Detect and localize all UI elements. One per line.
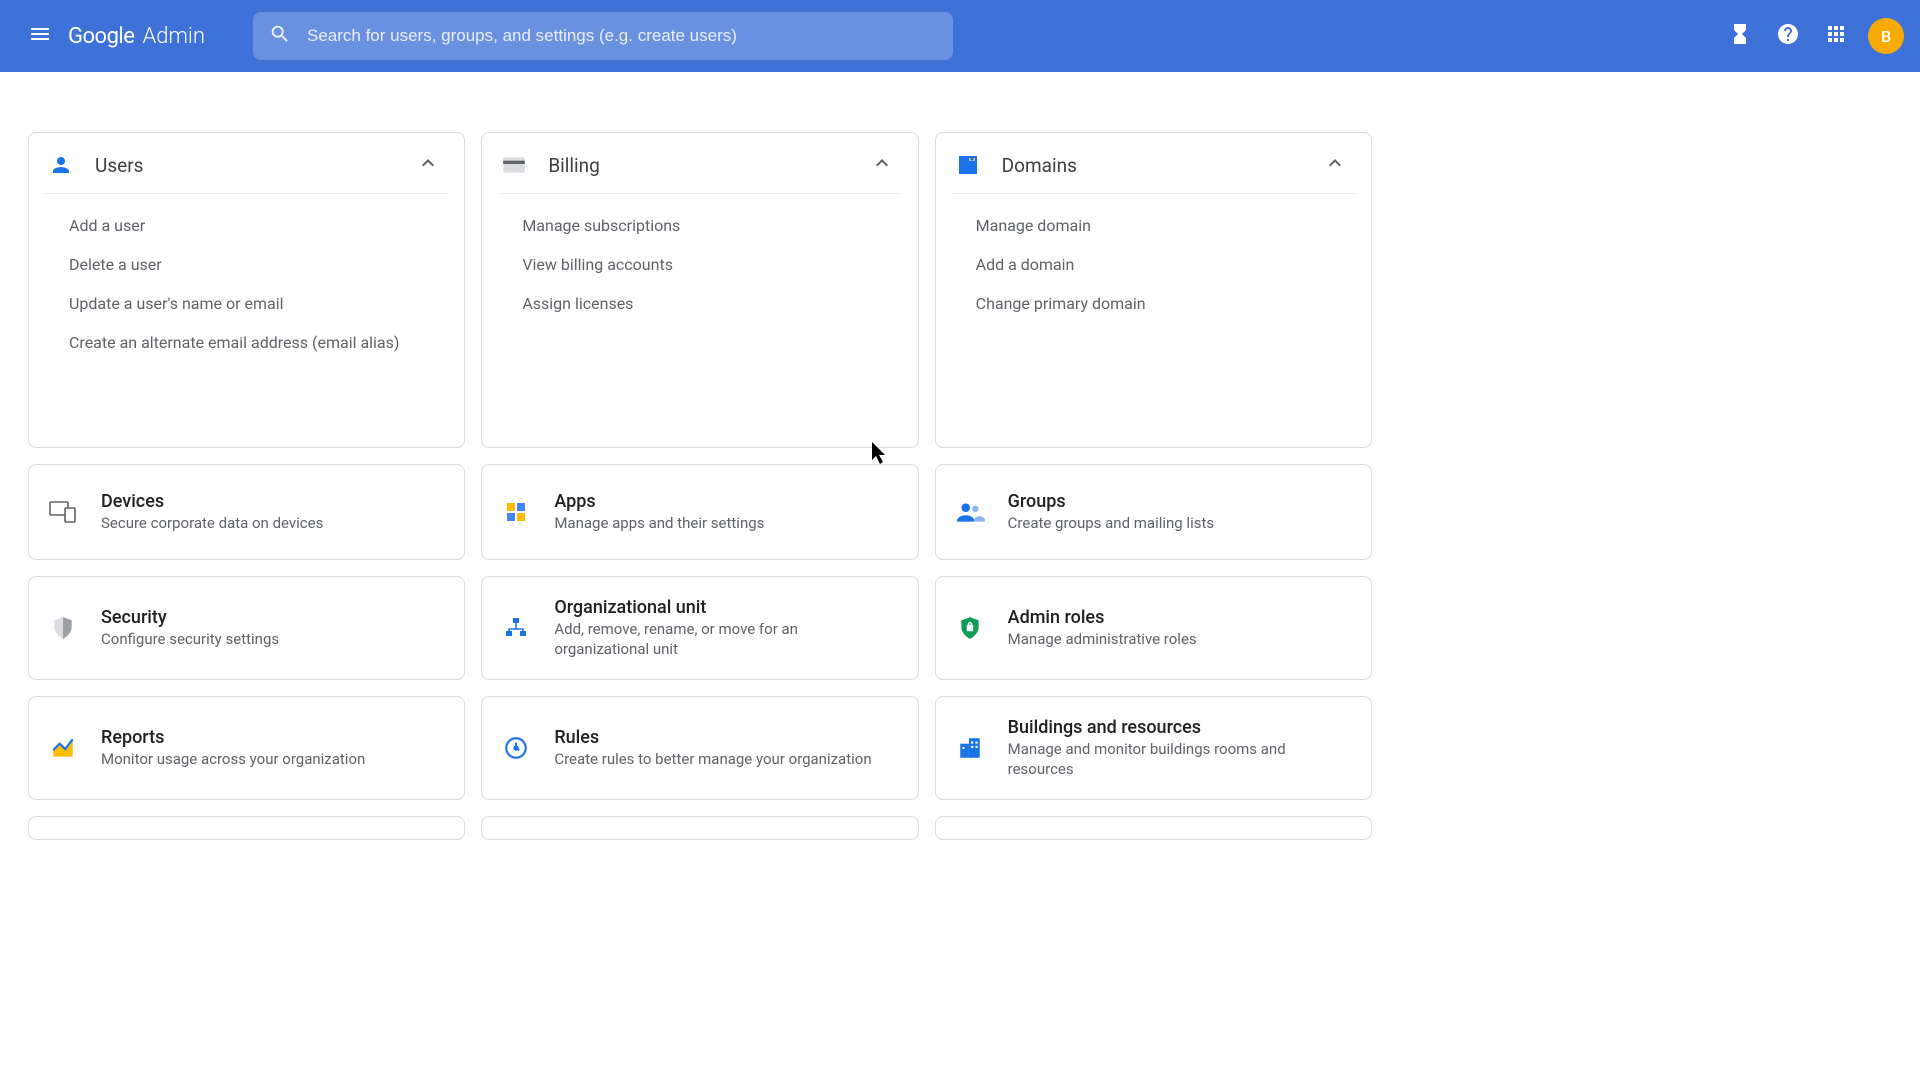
card-body: RulesCreate rules to better manage your … xyxy=(554,727,893,770)
main-menu-button[interactable] xyxy=(16,12,64,60)
card-body: Buildings and resourcesManage and monito… xyxy=(1008,717,1347,779)
apps-grid-icon xyxy=(1824,22,1848,50)
card-link[interactable]: Delete a user xyxy=(29,245,464,284)
reports-icon xyxy=(47,732,79,764)
card-title: Rules xyxy=(554,727,893,748)
card-desc: Manage administrative roles xyxy=(1008,630,1347,650)
card-header-billing[interactable]: Billing xyxy=(498,133,901,194)
logo-text-admin: Admin xyxy=(142,24,205,49)
card-domains: Domains Manage domainAdd a domainChange p… xyxy=(935,132,1372,448)
card-users: Users Add a userDelete a userUpdate a use… xyxy=(28,132,465,448)
card-title: Apps xyxy=(554,491,893,512)
search-icon xyxy=(269,23,307,49)
card-body: AppsManage apps and their settings xyxy=(554,491,893,534)
card-link[interactable]: Manage subscriptions xyxy=(482,206,917,245)
card-link[interactable]: Manage domain xyxy=(936,206,1371,245)
card-title: Domains xyxy=(1002,154,1323,177)
card-desc: Manage and monitor buildings rooms and r… xyxy=(1008,740,1347,779)
org-unit-icon xyxy=(500,612,532,644)
apps-icon xyxy=(500,496,532,528)
card-adminroles[interactable]: Admin rolesManage administrative roles xyxy=(935,576,1372,680)
card-links: Manage subscriptionsView billing account… xyxy=(482,194,917,339)
card-title: Security xyxy=(101,607,440,628)
card-security[interactable]: SecurityConfigure security settings xyxy=(28,576,465,680)
card-partial[interactable] xyxy=(28,816,465,840)
card-body: DevicesSecure corporate data on devices xyxy=(101,491,440,534)
search-input[interactable] xyxy=(307,26,937,46)
card-orgunit[interactable]: Organizational unitAdd, remove, rename, … xyxy=(481,576,918,680)
card-title: Buildings and resources xyxy=(1008,717,1347,738)
card-partial[interactable] xyxy=(481,816,918,840)
rules-icon xyxy=(500,732,532,764)
card-desc: Configure security settings xyxy=(101,630,440,650)
dashboard-grid: Users Add a userDelete a userUpdate a use… xyxy=(0,72,1400,868)
card-desc: Monitor usage across your organization xyxy=(101,750,440,770)
card-title: Users xyxy=(95,154,416,177)
person-icon xyxy=(47,151,75,179)
help-button[interactable] xyxy=(1764,12,1812,60)
logo-text-google: Google xyxy=(68,24,134,49)
groups-icon xyxy=(954,496,986,528)
buildings-icon xyxy=(954,732,986,764)
hourglass-icon xyxy=(1728,22,1752,50)
card-devices[interactable]: DevicesSecure corporate data on devices xyxy=(28,464,465,560)
card-desc: Create rules to better manage your organ… xyxy=(554,750,893,770)
card-link[interactable]: Update a user's name or email xyxy=(29,284,464,323)
domain-icon xyxy=(954,151,982,179)
chevron-up-icon xyxy=(870,151,894,179)
card-body: ReportsMonitor usage across your organiz… xyxy=(101,727,440,770)
card-rules[interactable]: RulesCreate rules to better manage your … xyxy=(481,696,918,800)
card-link[interactable]: Add a domain xyxy=(936,245,1371,284)
help-icon xyxy=(1776,22,1800,50)
card-link[interactable]: Create an alternate email address (email… xyxy=(29,323,464,362)
card-body: Admin rolesManage administrative roles xyxy=(1008,607,1347,650)
card-link[interactable]: Assign licenses xyxy=(482,284,917,323)
card-title: Organizational unit xyxy=(554,597,893,618)
card-body: SecurityConfigure security settings xyxy=(101,607,440,650)
avatar-letter: B xyxy=(1881,27,1891,46)
hourglass-button[interactable] xyxy=(1716,12,1764,60)
chevron-up-icon xyxy=(1323,151,1347,179)
card-links: Manage domainAdd a domainChange primary … xyxy=(936,194,1371,339)
card-header-domains[interactable]: Domains xyxy=(952,133,1355,194)
hamburger-icon xyxy=(28,22,52,50)
apps-launcher-button[interactable] xyxy=(1812,12,1860,60)
admin-roles-icon xyxy=(954,612,986,644)
card-desc: Add, remove, rename, or move for an orga… xyxy=(554,620,893,659)
product-logo[interactable]: Google Admin xyxy=(68,24,205,49)
card-body: Organizational unitAdd, remove, rename, … xyxy=(554,597,893,659)
card-desc: Manage apps and their settings xyxy=(554,514,893,534)
card-reports[interactable]: ReportsMonitor usage across your organiz… xyxy=(28,696,465,800)
card-billing: Billing Manage subscriptionsView billing … xyxy=(481,132,918,448)
credit-card-icon xyxy=(500,151,528,179)
card-apps[interactable]: AppsManage apps and their settings xyxy=(481,464,918,560)
card-links: Add a userDelete a userUpdate a user's n… xyxy=(29,194,464,378)
card-groups[interactable]: GroupsCreate groups and mailing lists xyxy=(935,464,1372,560)
card-link[interactable]: Add a user xyxy=(29,206,464,245)
card-title: Admin roles xyxy=(1008,607,1347,628)
app-header: Google Admin B xyxy=(0,0,1920,72)
card-title: Reports xyxy=(101,727,440,748)
card-desc: Secure corporate data on devices xyxy=(101,514,440,534)
card-header-users[interactable]: Users xyxy=(45,133,448,194)
card-title: Billing xyxy=(548,154,869,177)
account-avatar[interactable]: B xyxy=(1868,18,1904,54)
search-box[interactable] xyxy=(253,12,953,60)
card-partial[interactable] xyxy=(935,816,1372,840)
card-desc: Create groups and mailing lists xyxy=(1008,514,1347,534)
card-title: Devices xyxy=(101,491,440,512)
card-link[interactable]: View billing accounts xyxy=(482,245,917,284)
card-link[interactable]: Change primary domain xyxy=(936,284,1371,323)
chevron-up-icon xyxy=(416,151,440,179)
card-body: GroupsCreate groups and mailing lists xyxy=(1008,491,1347,534)
card-buildings[interactable]: Buildings and resourcesManage and monito… xyxy=(935,696,1372,800)
devices-icon xyxy=(47,496,79,528)
shield-icon xyxy=(47,612,79,644)
card-title: Groups xyxy=(1008,491,1347,512)
